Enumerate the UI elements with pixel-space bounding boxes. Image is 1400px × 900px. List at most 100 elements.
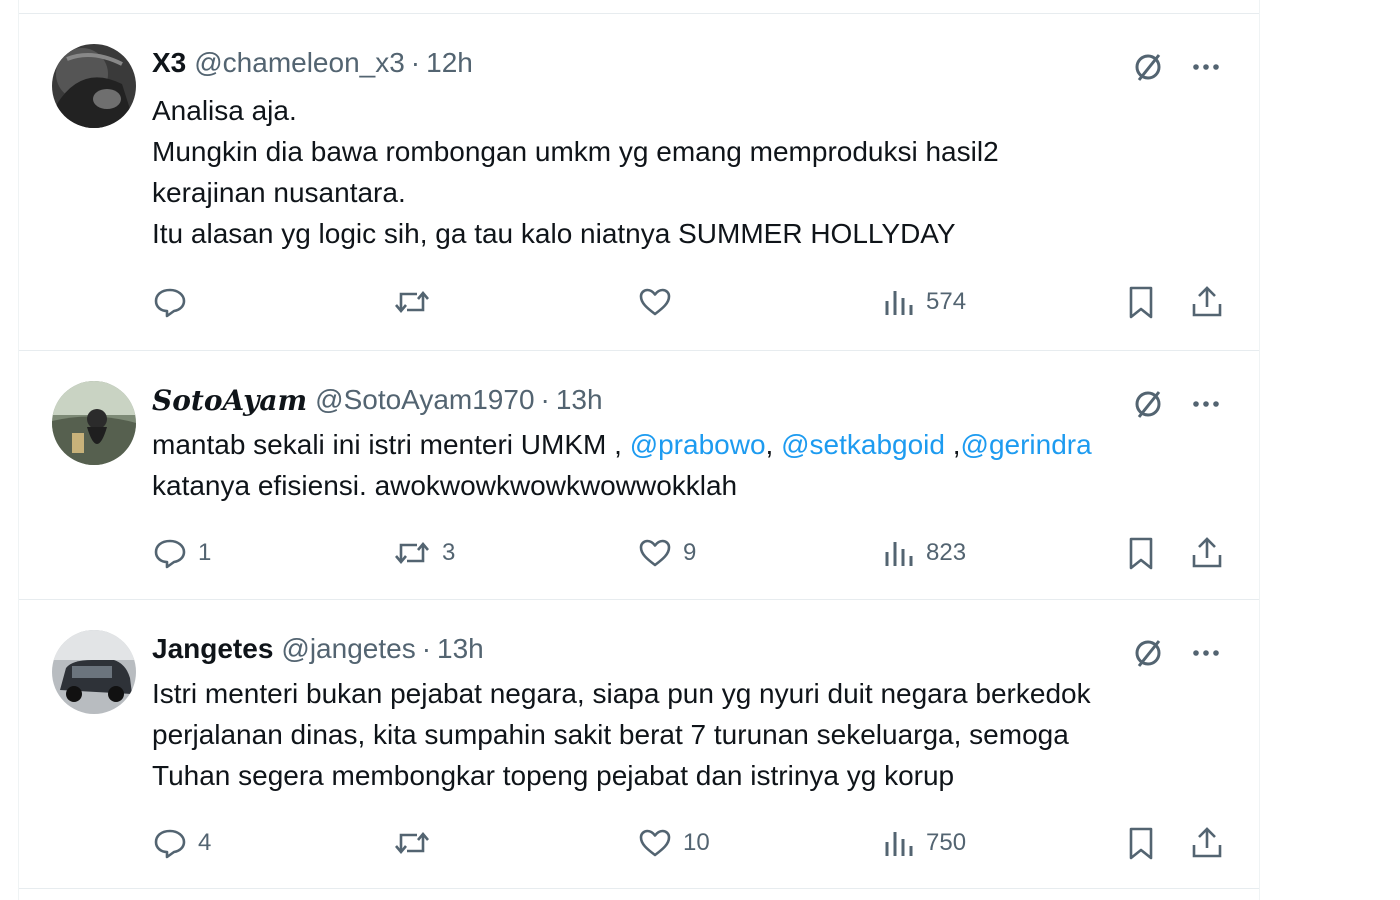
- user-handle[interactable]: @SotoAyam1970: [315, 384, 534, 416]
- like-icon: [637, 825, 673, 861]
- tweet-text-line: mantab sekali ini istri menteri UMKM , @…: [152, 424, 1232, 465]
- mention-link[interactable]: @setkabgoid: [781, 429, 945, 460]
- mention-link[interactable]: @gerindra: [961, 429, 1092, 460]
- share-icon: [1189, 825, 1225, 861]
- views-button[interactable]: 574: [882, 282, 966, 322]
- tweet-text: Istri menteri bukan pejabat negara, siap…: [152, 673, 1232, 796]
- tweet-text-line: Istri menteri bukan pejabat negara, siap…: [152, 673, 1232, 714]
- tweet-top-actions: [1131, 387, 1223, 421]
- tweet-1[interactable]: X3 @chameleon_x3 · 12h Analisa aja. Mung…: [19, 14, 1259, 351]
- separator-dot: ·: [410, 47, 421, 78]
- tweet-text-line: Tuhan segera membongkar topeng pejabat d…: [152, 755, 1232, 796]
- separator-dot: ·: [540, 384, 550, 415]
- reply-icon: [152, 825, 188, 861]
- bookmark-button[interactable]: [1124, 533, 1158, 573]
- display-name[interactable]: SotoAyam: [152, 384, 307, 417]
- repost-icon: [392, 535, 432, 571]
- repost-icon: [392, 825, 432, 861]
- mention-link[interactable]: @prabowo: [630, 429, 766, 460]
- more-icon[interactable]: [1189, 387, 1223, 421]
- tweet-text-line: kerajinan nusantara.: [152, 172, 1232, 213]
- timeline-feed: X3 @chameleon_x3 · 12h Analisa aja. Mung…: [18, 0, 1260, 900]
- reply-count: 4: [198, 829, 212, 856]
- text-run: Analisa aja.: [152, 95, 297, 126]
- like-button[interactable]: [637, 282, 683, 322]
- like-button[interactable]: 10: [637, 823, 710, 863]
- reply-button[interactable]: 1: [152, 533, 211, 573]
- tweet-top-actions: [1131, 50, 1223, 84]
- tweet-text-line: katanya efisiensi. awokwowkwowkwowwokkla…: [152, 465, 1232, 506]
- text-run: ,: [944, 429, 961, 460]
- views-button[interactable]: 750: [882, 823, 966, 863]
- reply-icon: [152, 284, 188, 320]
- repost-icon: [392, 284, 432, 320]
- tweet-header: Jangetes @jangetes · 13h: [152, 632, 484, 666]
- views-icon: [882, 535, 916, 571]
- reply-button[interactable]: [152, 282, 198, 322]
- tweet-actions: 1 3 9 823: [152, 533, 1232, 573]
- text-run: Mungkin dia bawa rombongan umkm yg emang…: [152, 136, 999, 167]
- tweet-header: X3 @chameleon_x3 · 12h: [152, 46, 473, 80]
- avatar[interactable]: [52, 630, 136, 714]
- text-run: Istri menteri bukan pejabat negara, siap…: [152, 678, 1091, 709]
- share-button[interactable]: [1189, 282, 1225, 322]
- separator-dot: ·: [421, 633, 432, 664]
- grok-icon[interactable]: [1131, 50, 1165, 84]
- views-count: 750: [926, 829, 967, 856]
- tweet-text-line: perjalanan dinas, kita sumpahin sakit be…: [152, 714, 1232, 755]
- views-icon: [882, 825, 916, 861]
- repost-button[interactable]: 3: [392, 533, 455, 573]
- display-name[interactable]: X3: [152, 47, 186, 79]
- repost-button[interactable]: [392, 823, 442, 863]
- tweet-text-line: Analisa aja.: [152, 90, 1232, 131]
- more-icon[interactable]: [1189, 636, 1223, 670]
- bookmark-icon: [1124, 535, 1158, 571]
- repost-button[interactable]: [392, 282, 442, 322]
- like-count: 10: [683, 829, 710, 856]
- views-button[interactable]: 823: [882, 533, 966, 573]
- tweet-actions: 4 10 750: [152, 823, 1232, 863]
- text-run: Tuhan segera membongkar topeng pejabat d…: [152, 760, 955, 791]
- bookmark-button[interactable]: [1124, 282, 1158, 322]
- share-icon: [1189, 284, 1225, 320]
- like-icon: [637, 284, 673, 320]
- reply-icon: [152, 535, 188, 571]
- text-run: perjalanan dinas, kita sumpahin sakit be…: [152, 719, 1069, 750]
- tweet-text: mantab sekali ini istri menteri UMKM , @…: [152, 424, 1232, 506]
- timestamp[interactable]: 12h: [426, 47, 473, 79]
- bookmark-button[interactable]: [1124, 823, 1158, 863]
- text-run: mantab sekali ini istri menteri UMKM ,: [152, 429, 630, 460]
- views-count: 823: [926, 539, 967, 566]
- grok-icon[interactable]: [1131, 636, 1165, 670]
- more-icon[interactable]: [1189, 50, 1223, 84]
- text-run: kerajinan nusantara.: [152, 177, 406, 208]
- tweet-top-actions: [1131, 636, 1223, 670]
- user-handle[interactable]: @chameleon_x3: [194, 47, 405, 79]
- text-run: Itu alasan yg logic sih, ga tau kalo nia…: [152, 218, 956, 249]
- bookmark-icon: [1124, 284, 1158, 320]
- avatar[interactable]: [52, 381, 136, 465]
- share-icon: [1189, 535, 1225, 571]
- tweet-actions: 574: [152, 282, 1232, 322]
- text-run: katanya efisiensi. awokwowkwowkwowwokkla…: [152, 470, 738, 501]
- like-button[interactable]: 9: [637, 533, 696, 573]
- tweet-text-line: Itu alasan yg logic sih, ga tau kalo nia…: [152, 213, 1232, 254]
- share-button[interactable]: [1189, 823, 1225, 863]
- bookmark-icon: [1124, 825, 1158, 861]
- tweet-text: Analisa aja. Mungkin dia bawa rombongan …: [152, 90, 1232, 254]
- tweet-header: SotoAyam @SotoAyam1970 · 13h: [152, 383, 603, 417]
- display-name[interactable]: Jangetes: [152, 633, 273, 665]
- tweet-text-line: Mungkin dia bawa rombongan umkm yg emang…: [152, 131, 1232, 172]
- grok-icon[interactable]: [1131, 387, 1165, 421]
- avatar[interactable]: [52, 44, 136, 128]
- share-button[interactable]: [1189, 533, 1225, 573]
- reply-button[interactable]: 4: [152, 823, 211, 863]
- tweet-3[interactable]: Jangetes @jangetes · 13h Istri menteri b…: [19, 600, 1259, 889]
- tweet-2[interactable]: SotoAyam @SotoAyam1970 · 13h mantab seka…: [19, 351, 1259, 600]
- like-count: 9: [683, 539, 697, 566]
- repost-count: 3: [442, 539, 456, 566]
- timestamp[interactable]: 13h: [437, 633, 484, 665]
- timestamp[interactable]: 13h: [556, 384, 603, 416]
- text-run: ,: [765, 429, 782, 460]
- user-handle[interactable]: @jangetes: [281, 633, 415, 665]
